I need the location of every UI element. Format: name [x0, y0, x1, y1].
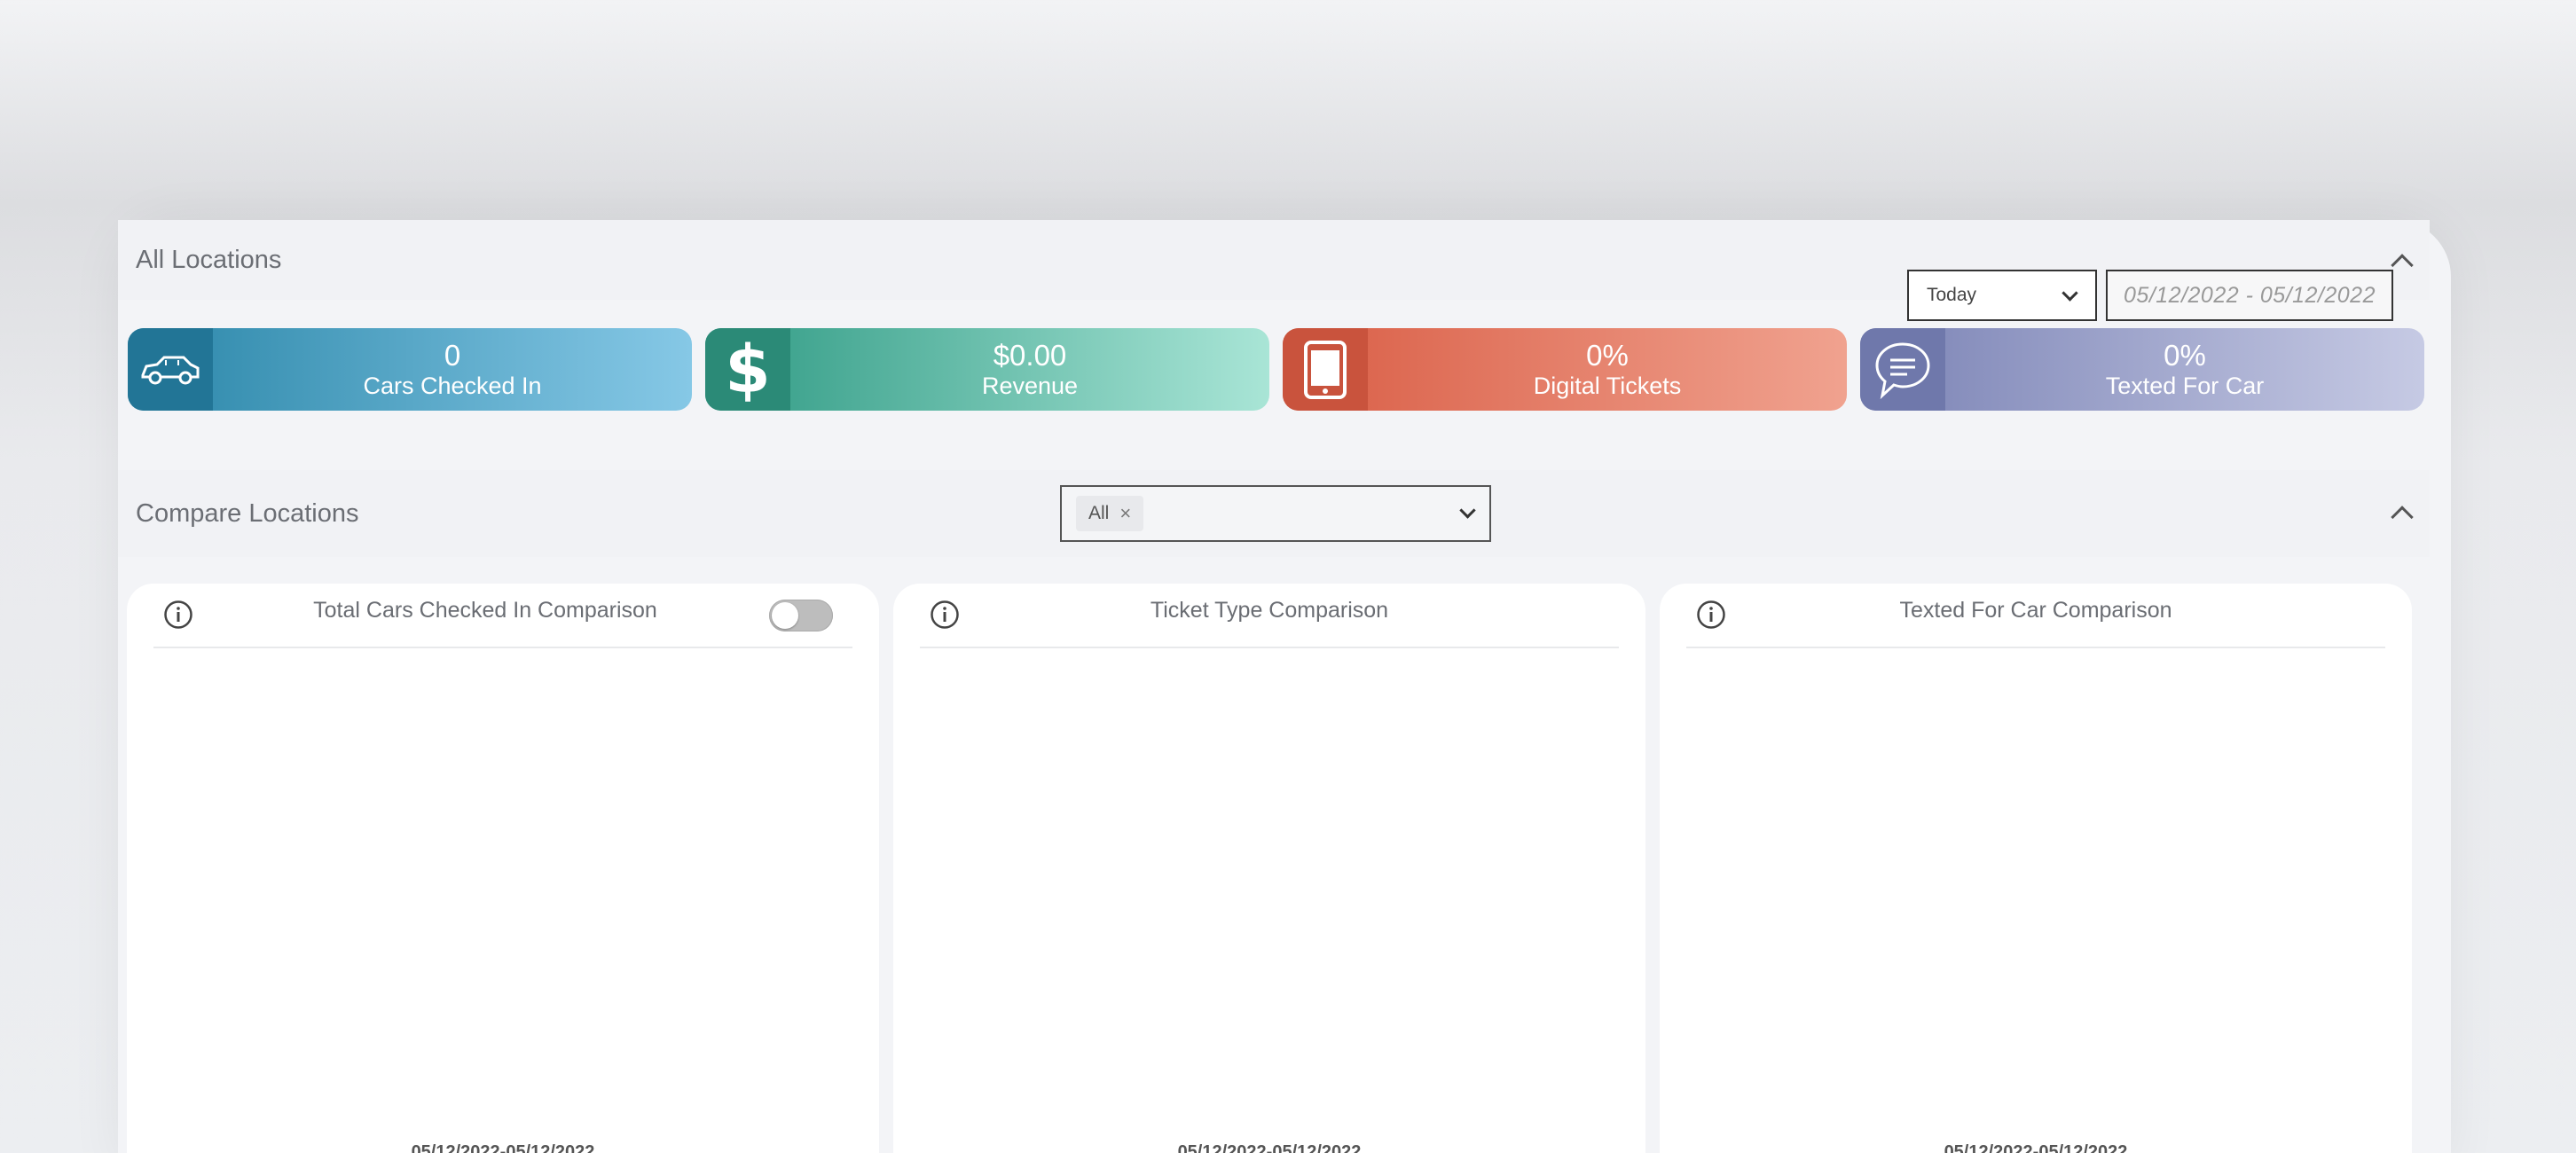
- card-divider: [1686, 647, 2385, 648]
- kpi-label: Cars Checked In: [363, 372, 542, 399]
- kpi-cars-checked-in: 0 Cars Checked In: [128, 328, 692, 411]
- chip-label: All: [1088, 503, 1110, 523]
- kpi-label: Texted For Car: [2105, 372, 2265, 399]
- kpi-label: Digital Tickets: [1533, 372, 1682, 399]
- tablet-icon: [1283, 328, 1368, 411]
- dashboard-panel: All Locations Today 05/12/2022 - 05/12/2…: [118, 220, 2451, 1153]
- kpi-value: 0: [444, 338, 461, 372]
- period-select-value: Today: [1927, 285, 1977, 305]
- date-range-value: 05/12/2022 - 05/12/2022: [2124, 282, 2376, 308]
- period-select[interactable]: Today: [1907, 270, 2097, 321]
- chart-card-texted-for-car: Texted For Car Comparison 05/12/2022-05/…: [1660, 584, 2412, 1153]
- chart-card-total-cars: Total Cars Checked In Comparison 05/12/2…: [127, 584, 879, 1153]
- card-date-range: 05/12/2022-05/12/2022: [1177, 1142, 1362, 1153]
- card-title: Total Cars Checked In Comparison: [313, 598, 657, 623]
- card-divider: [920, 647, 1619, 648]
- selected-location-chip: All ×: [1076, 496, 1144, 531]
- date-range-input[interactable]: 05/12/2022 - 05/12/2022: [2106, 270, 2393, 321]
- card-title: Ticket Type Comparison: [1150, 598, 1389, 623]
- chevron-down-icon: [1459, 502, 1476, 519]
- compare-locations-title: Compare Locations: [136, 498, 359, 528]
- kpi-value: 0%: [1586, 338, 1629, 372]
- chat-bubble-icon: [1860, 328, 1945, 411]
- kpi-texted-for-car: 0% Texted For Car: [1860, 328, 2424, 411]
- collapse-all-locations-icon[interactable]: [2391, 254, 2414, 277]
- location-multiselect[interactable]: All ×: [1060, 485, 1491, 542]
- card-title: Texted For Car Comparison: [1899, 598, 2172, 623]
- chart-card-ticket-type: Ticket Type Comparison 05/12/2022-05/12/…: [893, 584, 1645, 1153]
- card-date-range: 05/12/2022-05/12/2022: [1944, 1142, 2128, 1153]
- kpi-label: Revenue: [981, 372, 1079, 399]
- kpi-value: 0%: [2164, 338, 2206, 372]
- toggle-knob: [772, 602, 798, 629]
- chip-remove-icon[interactable]: ×: [1119, 502, 1131, 525]
- kpi-digital-tickets: 0% Digital Tickets: [1283, 328, 1847, 411]
- kpi-revenue: $ $0.00 Revenue: [705, 328, 1269, 411]
- dollar-icon: $: [705, 328, 790, 411]
- chevron-down-icon: [2062, 285, 2078, 302]
- comparison-toggle[interactable]: [769, 600, 833, 631]
- car-icon: [128, 328, 213, 411]
- card-date-range: 05/12/2022-05/12/2022: [411, 1142, 595, 1153]
- all-locations-title: All Locations: [136, 245, 282, 274]
- collapse-compare-locations-icon[interactable]: [2391, 506, 2414, 529]
- kpi-value: $0.00: [993, 338, 1067, 372]
- card-divider: [153, 647, 852, 648]
- compare-locations-header: Compare Locations All ×: [118, 470, 2430, 557]
